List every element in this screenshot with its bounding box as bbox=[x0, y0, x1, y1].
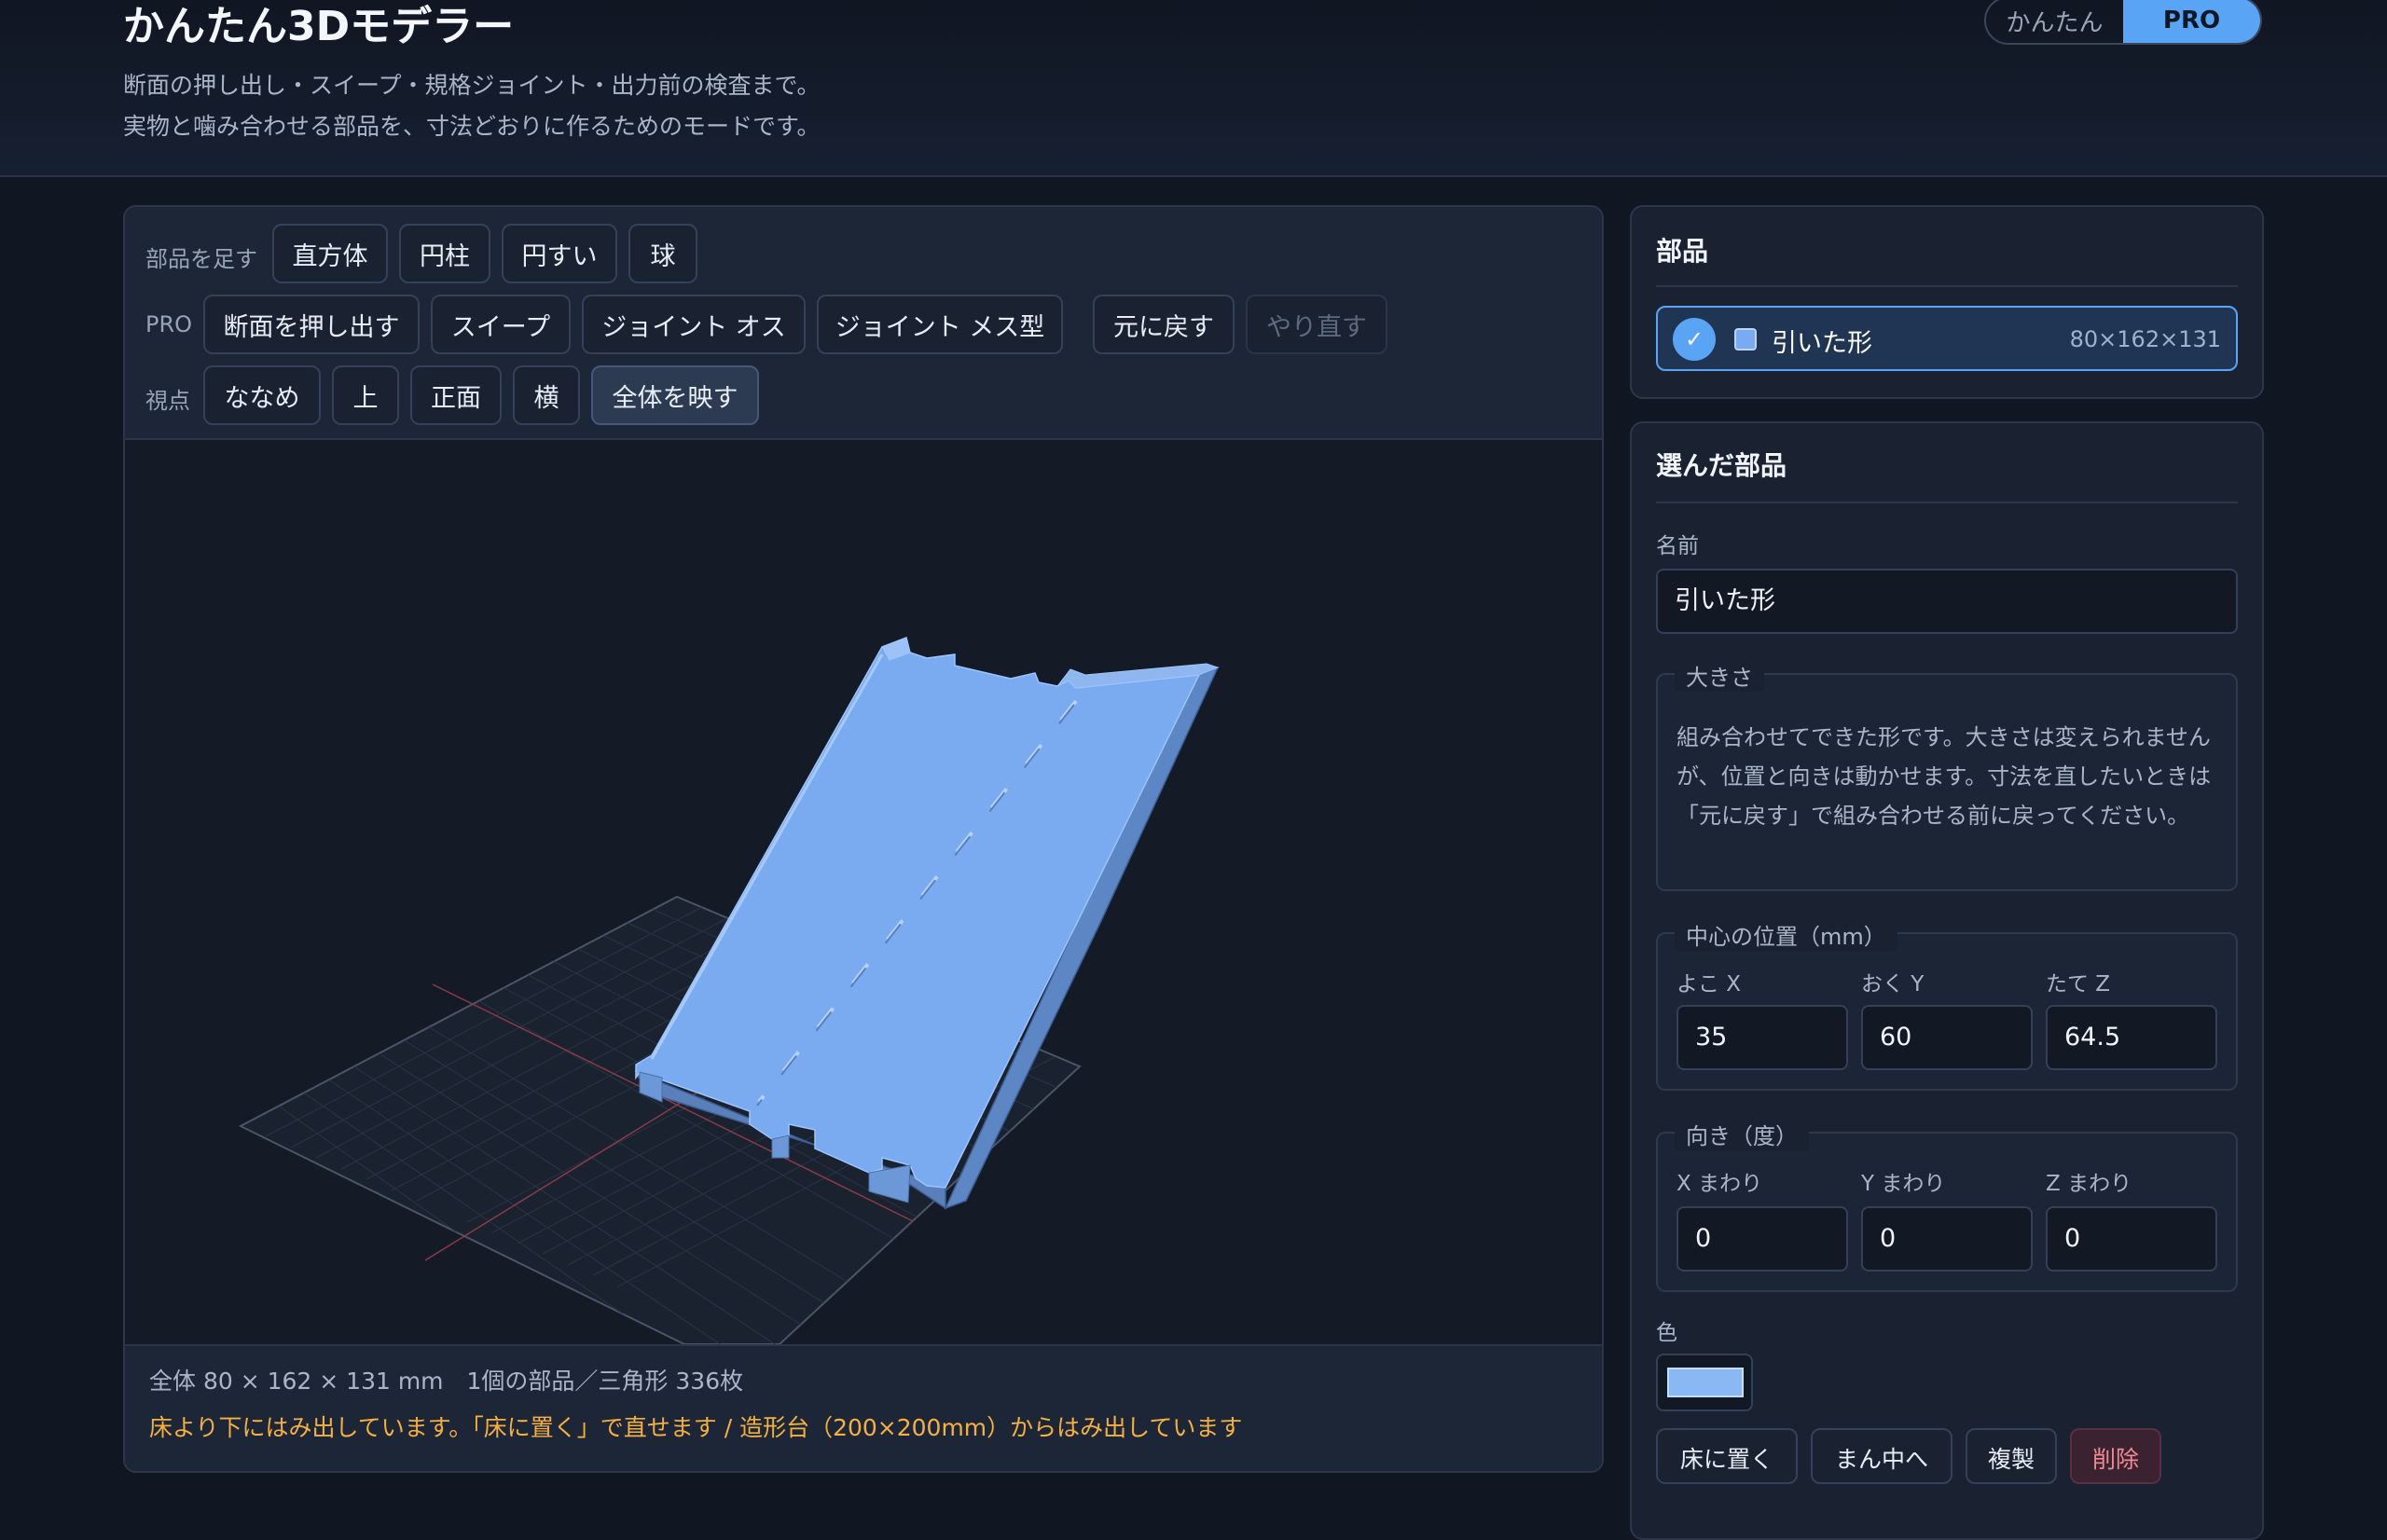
mode-toggle: かんたん PRO bbox=[1984, 0, 2262, 45]
workspace-panel: 部品を足す 直方体 円柱 円すい 球 PRO 断面を押し出す スイープ ジョイン… bbox=[123, 205, 1604, 1473]
description-line-2: 実物と噛み合わせる部品を、寸法どおりに作るためのモードです。 bbox=[123, 113, 821, 140]
pro-tools-row: PRO 断面を押し出す スイープ ジョイント オス ジョイント メス型 元に戻す… bbox=[125, 295, 1602, 356]
parts-list-panel: 部品 ✓ 引いた形 80×162×131 bbox=[1630, 205, 2264, 399]
app-header: かんたん3Dモデラー 断面の押し出し・スイープ・規格ジョイント・出力前の検査まで… bbox=[0, 0, 2387, 177]
position-legend: 中心の位置（mm） bbox=[1675, 918, 1897, 951]
add-parts-row: 部品を足す 直方体 円柱 円すい 球 bbox=[125, 224, 1602, 285]
redo-button[interactable]: やり直す bbox=[1246, 295, 1387, 354]
name-label: 名前 bbox=[1656, 534, 1699, 558]
size-legend: 大きさ bbox=[1675, 659, 1764, 692]
pro-label: PRO bbox=[145, 311, 193, 337]
position-x-label: よこ X bbox=[1676, 972, 1742, 997]
rotation-z-input[interactable]: 0 bbox=[2046, 1206, 2217, 1272]
parts-list-title: 部品 bbox=[1656, 236, 1709, 267]
app-title: かんたん3Dモデラー bbox=[123, 3, 515, 50]
position-y-label: おく Y bbox=[1861, 972, 1925, 997]
mode-easy-button[interactable]: かんたん bbox=[1986, 0, 2123, 43]
warning-message: 床より下にはみ出しています。「床に置く」で直せます / 造形台（200×200m… bbox=[149, 1414, 1243, 1441]
part-color-swatch bbox=[1734, 328, 1757, 351]
color-picker[interactable] bbox=[1656, 1354, 1753, 1411]
position-z-label: たて Z bbox=[2046, 972, 2111, 997]
fit-all-button[interactable]: 全体を映す bbox=[591, 365, 759, 425]
3d-viewport[interactable] bbox=[125, 440, 1602, 1344]
selected-part-panel: 選んだ部品 名前 引いた形 大きさ 組み合わせてできた形です。大きさは変えられま… bbox=[1630, 421, 2264, 1540]
checkmark-icon[interactable]: ✓ bbox=[1673, 318, 1716, 361]
place-on-floor-button[interactable]: 床に置く bbox=[1656, 1428, 1798, 1484]
view-row: 視点 ななめ 上 正面 横 全体を映す bbox=[125, 365, 1602, 427]
position-x-input[interactable]: 35 bbox=[1676, 1005, 1848, 1070]
app-description: 断面の押し出し・スイープ・規格ジョイント・出力前の検査まで。 実物と噛み合わせる… bbox=[123, 65, 821, 147]
size-fieldset: 大きさ 組み合わせてできた形です。大きさは変えられませんが、位置と向きは動かせま… bbox=[1656, 659, 2238, 891]
sweep-button[interactable]: スイープ bbox=[431, 295, 571, 354]
position-y-input[interactable]: 60 bbox=[1861, 1005, 2033, 1070]
duplicate-button[interactable]: 複製 bbox=[1966, 1428, 2057, 1484]
add-box-button[interactable]: 直方体 bbox=[272, 224, 388, 283]
view-side-button[interactable]: 横 bbox=[513, 365, 580, 425]
status-bar: 全体 80 × 162 × 131 mm 1個の部品／三角形 336枚 床より下… bbox=[125, 1344, 1602, 1471]
add-cylinder-button[interactable]: 円柱 bbox=[399, 224, 490, 283]
part-size: 80×162×131 bbox=[2069, 326, 2221, 352]
joint-male-button[interactable]: ジョイント オス bbox=[582, 295, 806, 354]
rotation-x-label: X まわり bbox=[1676, 1172, 1763, 1196]
extrude-button[interactable]: 断面を押し出す bbox=[203, 295, 420, 354]
view-label: 視点 bbox=[145, 388, 190, 414]
color-label: 色 bbox=[1656, 1321, 1677, 1345]
3d-scene bbox=[238, 636, 1220, 1344]
add-sphere-button[interactable]: 球 bbox=[628, 224, 697, 283]
divider bbox=[1656, 502, 2238, 503]
description-line-1: 断面の押し出し・スイープ・規格ジョイント・出力前の検査まで。 bbox=[123, 72, 821, 99]
rotation-y-label: Y まわり bbox=[1861, 1172, 1946, 1196]
model-dimensions: 全体 80 × 162 × 131 mm 1個の部品／三角形 336枚 bbox=[149, 1368, 744, 1395]
center-button[interactable]: まん中へ bbox=[1811, 1428, 1952, 1484]
undo-button[interactable]: 元に戻す bbox=[1093, 295, 1235, 354]
part-name: 引いた形 bbox=[1772, 329, 1872, 358]
view-iso-button[interactable]: ななめ bbox=[203, 365, 321, 425]
color-swatch bbox=[1667, 1368, 1744, 1397]
rotation-fieldset: 向き（度） X まわり Y まわり Z まわり 0 0 0 bbox=[1656, 1118, 2238, 1292]
toolbar: 部品を足す 直方体 円柱 円すい 球 PRO 断面を押し出す スイープ ジョイン… bbox=[125, 207, 1602, 440]
position-z-input[interactable]: 64.5 bbox=[2046, 1005, 2217, 1070]
rotation-legend: 向き（度） bbox=[1675, 1118, 1809, 1150]
position-fieldset: 中心の位置（mm） よこ X おく Y たて Z 35 60 64.5 bbox=[1656, 918, 2238, 1091]
rotation-x-input[interactable]: 0 bbox=[1676, 1206, 1848, 1272]
rotation-y-input[interactable]: 0 bbox=[1861, 1206, 2033, 1272]
add-parts-label: 部品を足す bbox=[145, 246, 257, 272]
view-front-button[interactable]: 正面 bbox=[410, 365, 502, 425]
name-input[interactable]: 引いた形 bbox=[1656, 569, 2238, 634]
joint-female-button[interactable]: ジョイント メス型 bbox=[817, 295, 1063, 354]
mode-pro-button[interactable]: PRO bbox=[2123, 0, 2260, 43]
selected-part-title: 選んだ部品 bbox=[1656, 450, 1787, 481]
delete-button[interactable]: 削除 bbox=[2070, 1428, 2161, 1484]
rotation-z-label: Z まわり bbox=[2046, 1172, 2132, 1196]
view-top-button[interactable]: 上 bbox=[332, 365, 399, 425]
divider bbox=[1656, 285, 2238, 287]
add-cone-button[interactable]: 円すい bbox=[502, 224, 617, 283]
size-info-text: 組み合わせてできた形です。大きさは変えられませんが、位置と向きは動かせます。寸法… bbox=[1676, 724, 2212, 829]
part-list-item[interactable]: ✓ 引いた形 80×162×131 bbox=[1656, 306, 2238, 371]
